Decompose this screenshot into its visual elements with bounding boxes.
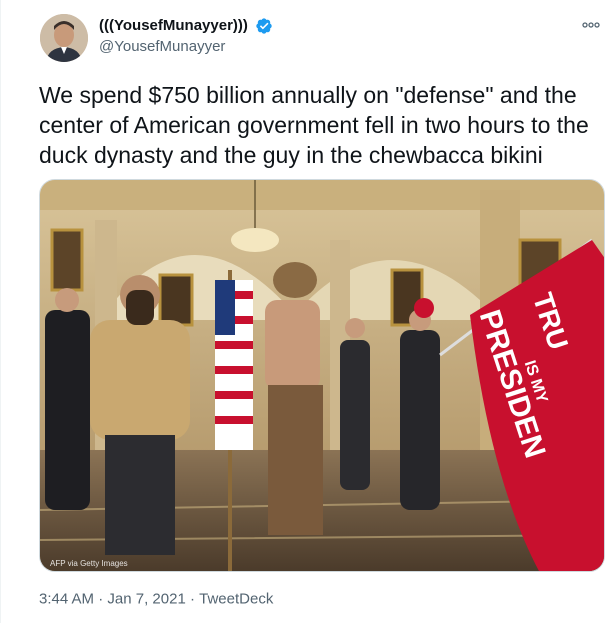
capitol-photo: TRU IS MY PRESIDEN [40,180,604,571]
verified-badge-icon [255,17,273,35]
tweet-source[interactable]: TweetDeck [199,591,273,608]
tweet-metadata: 3:44 AM · Jan 7, 2021 · TweetDeck [39,590,273,608]
avatar[interactable] [40,14,88,62]
photo-credit: AFP via Getty Images [50,559,128,568]
tweet-time[interactable]: 3:44 AM [39,591,94,608]
tweet: (((YousefMunayyer))) @YousefMunayyer We … [0,0,614,623]
author-info: (((YousefMunayyer))) @YousefMunayyer [99,17,273,56]
display-name[interactable]: (((YousefMunayyer))) [99,17,248,35]
tweet-date[interactable]: Jan 7, 2021 [107,591,185,608]
meta-separator-2: · [189,590,195,608]
meta-separator: · [98,590,104,608]
more-options-icon[interactable] [580,18,602,32]
tweet-photo[interactable]: TRU IS MY PRESIDEN AFP via Getty Images [39,179,605,572]
avatar-image [40,14,88,62]
handle[interactable]: @YousefMunayyer [99,38,273,56]
tweet-text: We spend $750 billion annually on "defen… [39,82,589,168]
